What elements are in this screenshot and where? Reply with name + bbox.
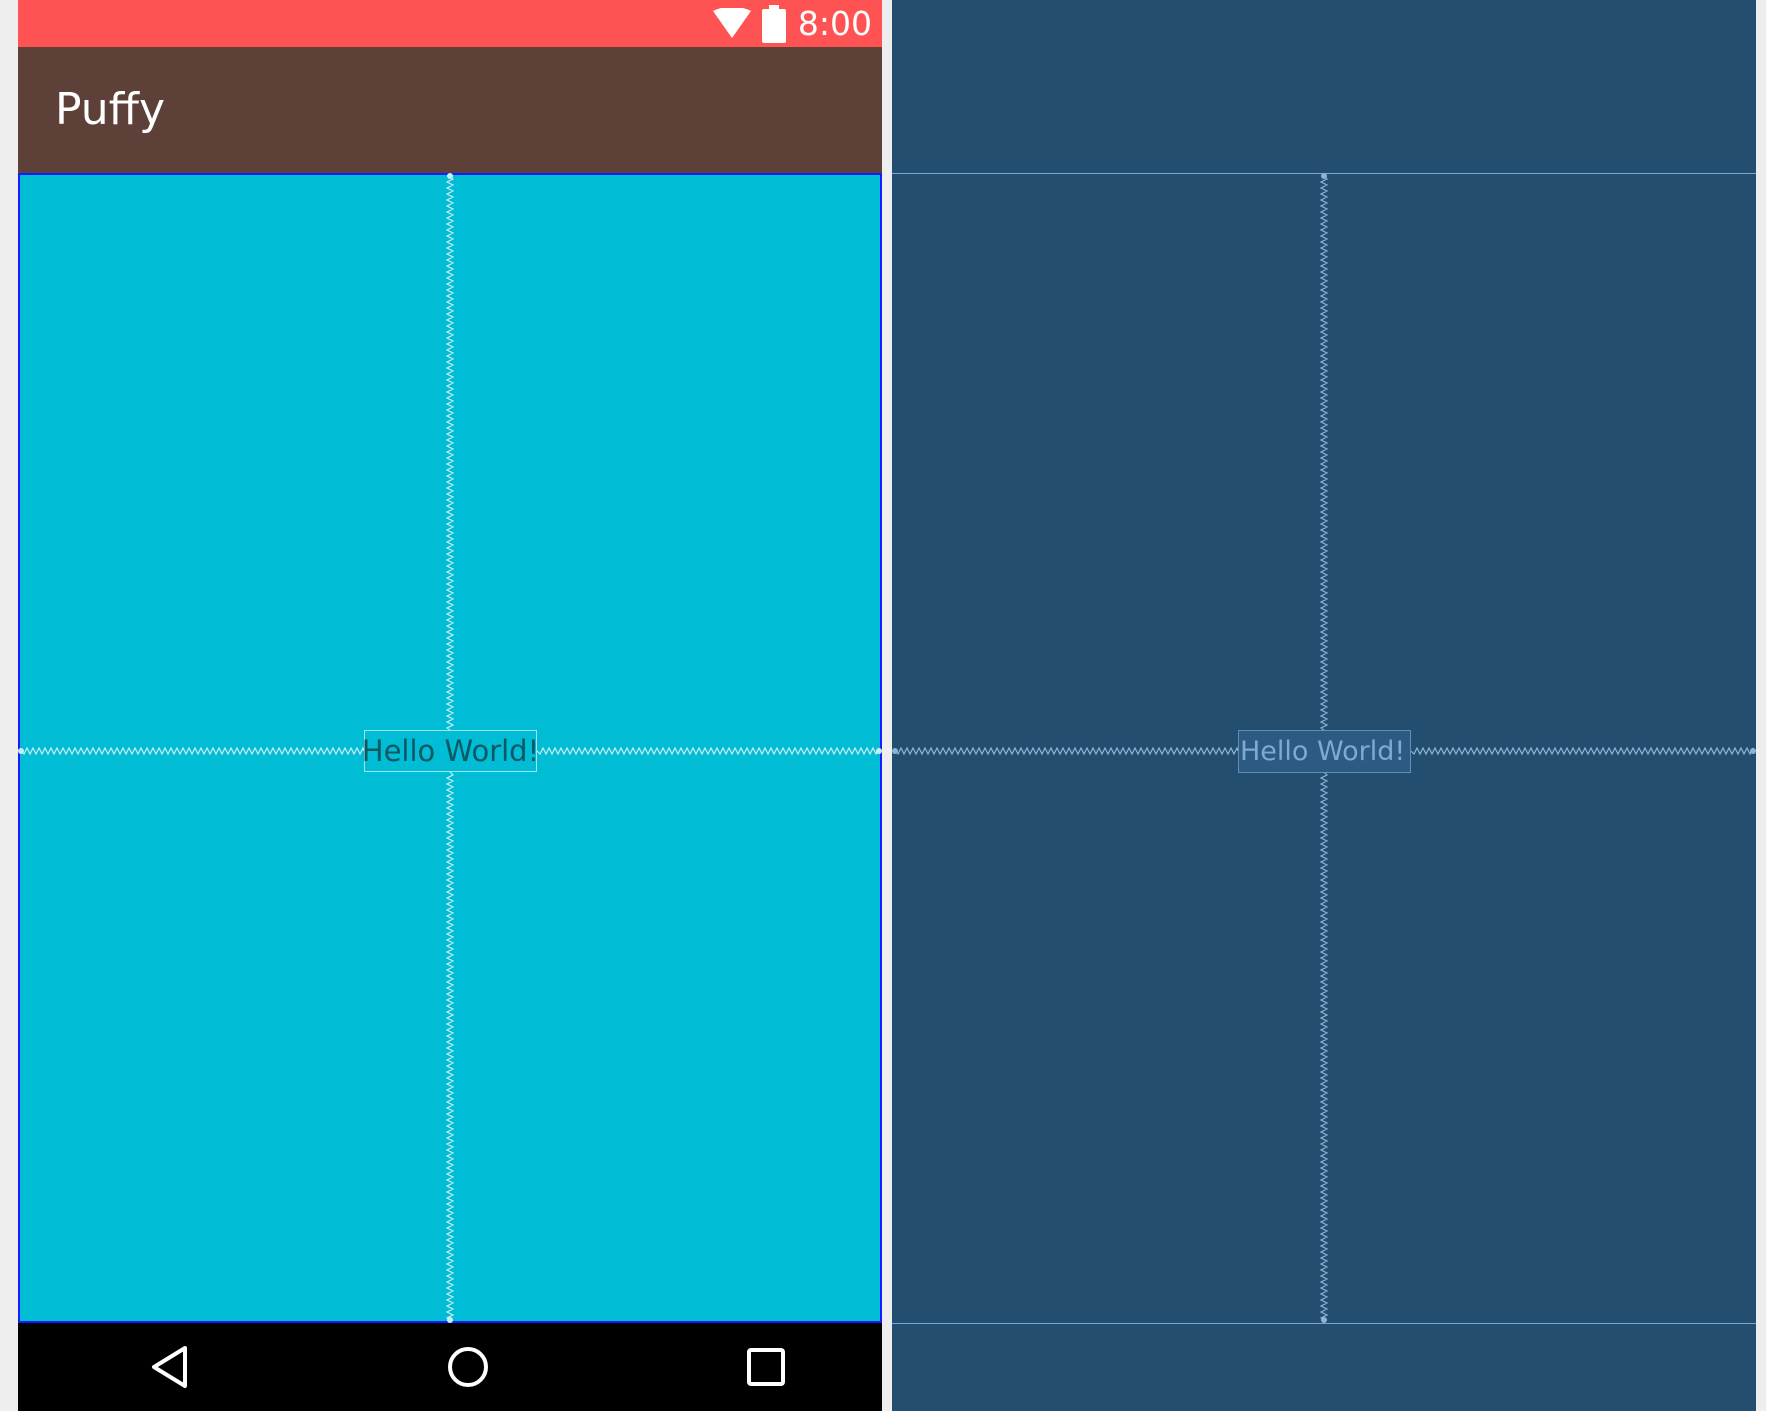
blueprint-hello-world-text[interactable]: Hello World!: [1238, 730, 1411, 773]
bp-constraint-right: [1410, 746, 1754, 756]
layout-editor-canvas: 8:00 Puffy Hello World! Hello World!: [0, 0, 1766, 1411]
clock: 8:00: [797, 4, 872, 43]
status-icons: 8:00: [712, 0, 872, 47]
bp-constraint-top: [1319, 175, 1329, 731]
home-icon: [448, 1347, 488, 1387]
back-icon: [152, 1346, 187, 1388]
hello-world-text[interactable]: Hello World!: [362, 730, 539, 772]
app-title: Puffy: [55, 84, 165, 135]
navigation-bar: [18, 1323, 882, 1411]
blueprint-content-bottom-edge: [892, 1323, 1756, 1324]
home-button[interactable]: [436, 1335, 500, 1399]
design-preview: 8:00 Puffy Hello World!: [18, 0, 882, 1411]
wifi-icon: [712, 7, 751, 38]
blueprint-constraints: [892, 173, 1756, 1323]
app-bar: Puffy: [18, 47, 882, 173]
back-button[interactable]: [138, 1335, 202, 1399]
blueprint-content-top-edge: [892, 173, 1756, 174]
bp-constraint-bottom: [1319, 771, 1329, 1321]
blueprint-view: Hello World!: [892, 0, 1756, 1411]
recents-icon: [747, 1348, 785, 1386]
status-bar: 8:00: [18, 0, 882, 47]
battery-icon: [761, 4, 786, 43]
recents-button[interactable]: [734, 1335, 798, 1399]
bp-constraint-left: [894, 746, 1239, 756]
